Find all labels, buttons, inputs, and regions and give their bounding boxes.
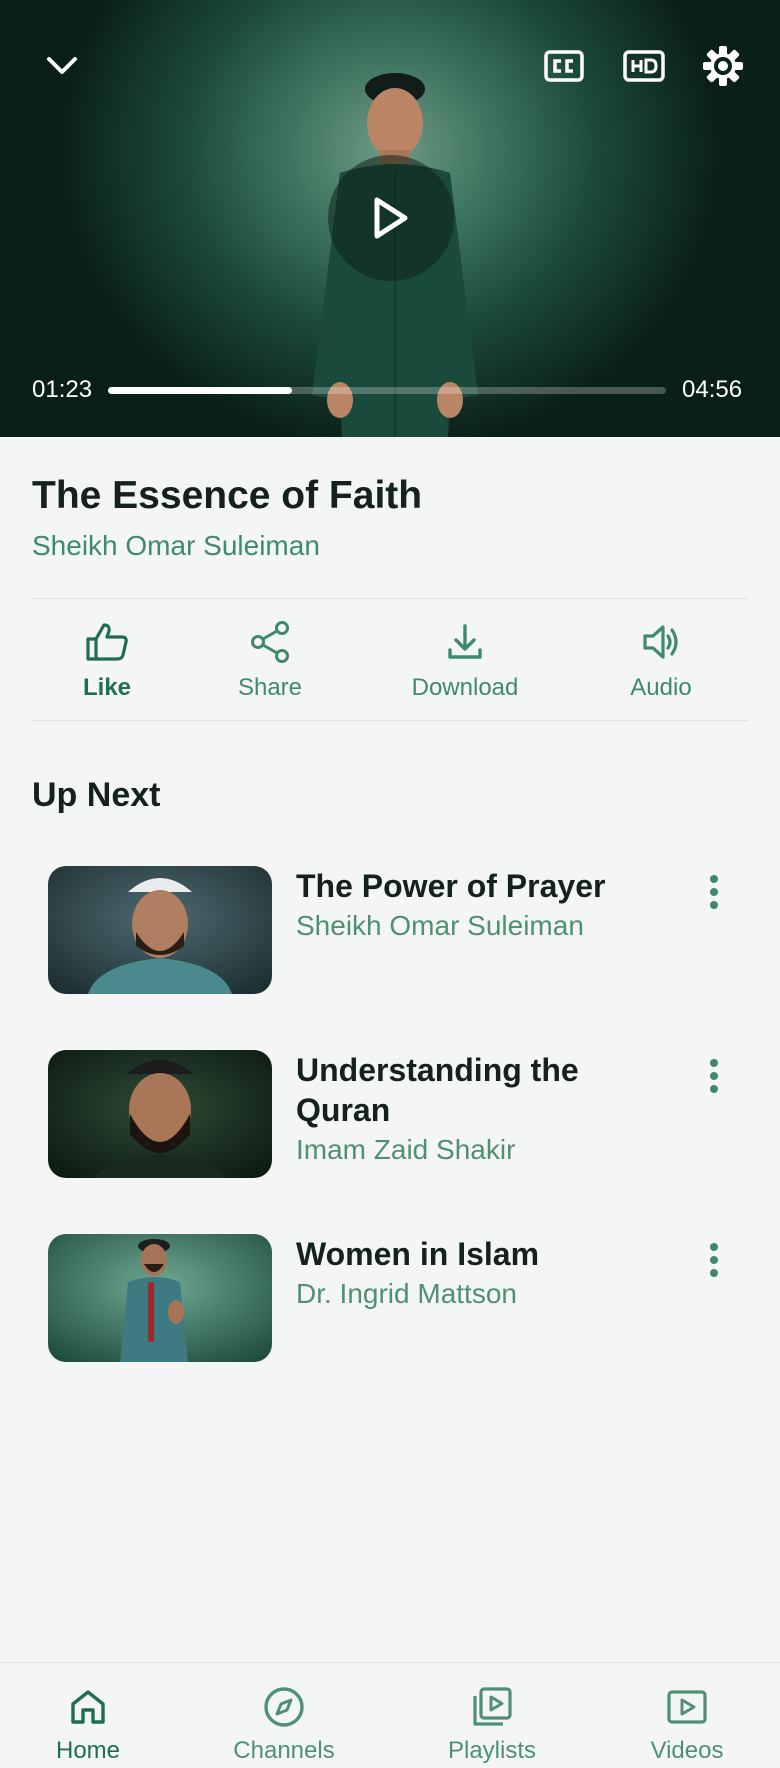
download-button[interactable]: Download (390, 598, 540, 720)
compass-icon (264, 1687, 304, 1727)
video-player[interactable]: 01:23 04:56 (0, 0, 780, 437)
play-button[interactable] (328, 155, 454, 281)
download-icon (448, 624, 482, 659)
nav-playlists-label: Playlists (447, 1737, 537, 1764)
cc-icon (544, 50, 584, 82)
nav-home-label: Home (55, 1737, 121, 1764)
share-label: Share (237, 674, 303, 701)
like-label: Like (82, 674, 132, 701)
item-speaker: Imam Zaid Shakir (296, 1134, 516, 1165)
download-label: Download (411, 674, 519, 701)
bottom-navigation: Home Channels Playlists Videos (0, 1662, 780, 1768)
share-icon (251, 621, 289, 663)
settings-button[interactable] (701, 44, 745, 88)
gear-icon (703, 46, 743, 86)
thumbnail-image (48, 1050, 272, 1178)
more-vertical-icon (710, 875, 718, 909)
more-vertical-icon (710, 1243, 718, 1277)
action-bar: Like Share Download Audio (32, 598, 748, 720)
quality-button[interactable] (623, 46, 665, 86)
more-options-button[interactable] (694, 1050, 734, 1102)
nav-home[interactable]: Home (8, 1663, 168, 1768)
channel-name[interactable]: Sheikh Omar Suleiman (32, 530, 320, 562)
video-title: The Essence of Faith (32, 474, 423, 517)
nav-videos-label: Videos (650, 1737, 724, 1764)
video-thumbnail[interactable] (48, 1050, 272, 1178)
share-button[interactable]: Share (195, 598, 345, 720)
nav-videos[interactable]: Videos (607, 1663, 767, 1768)
item-title: The Power of Prayer (296, 868, 606, 904)
more-vertical-icon (710, 1059, 718, 1093)
list-item[interactable]: Understanding the Quran Imam Zaid Shakir (48, 1050, 748, 1190)
hd-icon (623, 50, 665, 82)
item-title: Women in Islam (296, 1236, 540, 1272)
thumbnail-image (48, 866, 272, 994)
item-speaker: Sheikh Omar Suleiman (296, 910, 584, 941)
item-speaker: Dr. Ingrid Mattson (296, 1278, 517, 1309)
thumbnail-image (48, 1234, 272, 1362)
current-time: 01:23 (32, 376, 93, 403)
nav-channels-label: Channels (233, 1737, 335, 1764)
divider-bottom (32, 720, 748, 721)
nav-playlists[interactable]: Playlists (412, 1663, 572, 1768)
up-next-heading: Up Next (32, 776, 161, 814)
speaker-icon (643, 625, 678, 659)
more-options-button[interactable] (694, 1234, 734, 1286)
video-thumbnail[interactable] (48, 1234, 272, 1362)
audio-button[interactable]: Audio (586, 598, 736, 720)
progress-fill (108, 387, 293, 394)
audio-label: Audio (630, 674, 692, 701)
playlist-icon (473, 1687, 512, 1726)
progress-bar[interactable] (108, 387, 666, 394)
play-icon (374, 197, 408, 239)
chevron-down-icon (47, 57, 77, 74)
list-item[interactable]: Women in Islam Dr. Ingrid Mattson (48, 1234, 748, 1374)
thumbs-up-icon (86, 623, 128, 661)
like-button[interactable]: Like (32, 598, 182, 720)
video-thumbnail[interactable] (48, 866, 272, 994)
home-icon (71, 1690, 105, 1724)
video-icon (667, 1690, 707, 1724)
item-title: Understanding the Quran (296, 1052, 579, 1128)
collapse-button[interactable] (40, 44, 84, 88)
nav-channels[interactable]: Channels (204, 1663, 364, 1768)
list-item[interactable]: The Power of Prayer Sheikh Omar Suleiman (48, 866, 748, 1006)
more-options-button[interactable] (694, 866, 734, 918)
duration: 04:56 (682, 376, 743, 403)
captions-button[interactable] (544, 46, 584, 86)
